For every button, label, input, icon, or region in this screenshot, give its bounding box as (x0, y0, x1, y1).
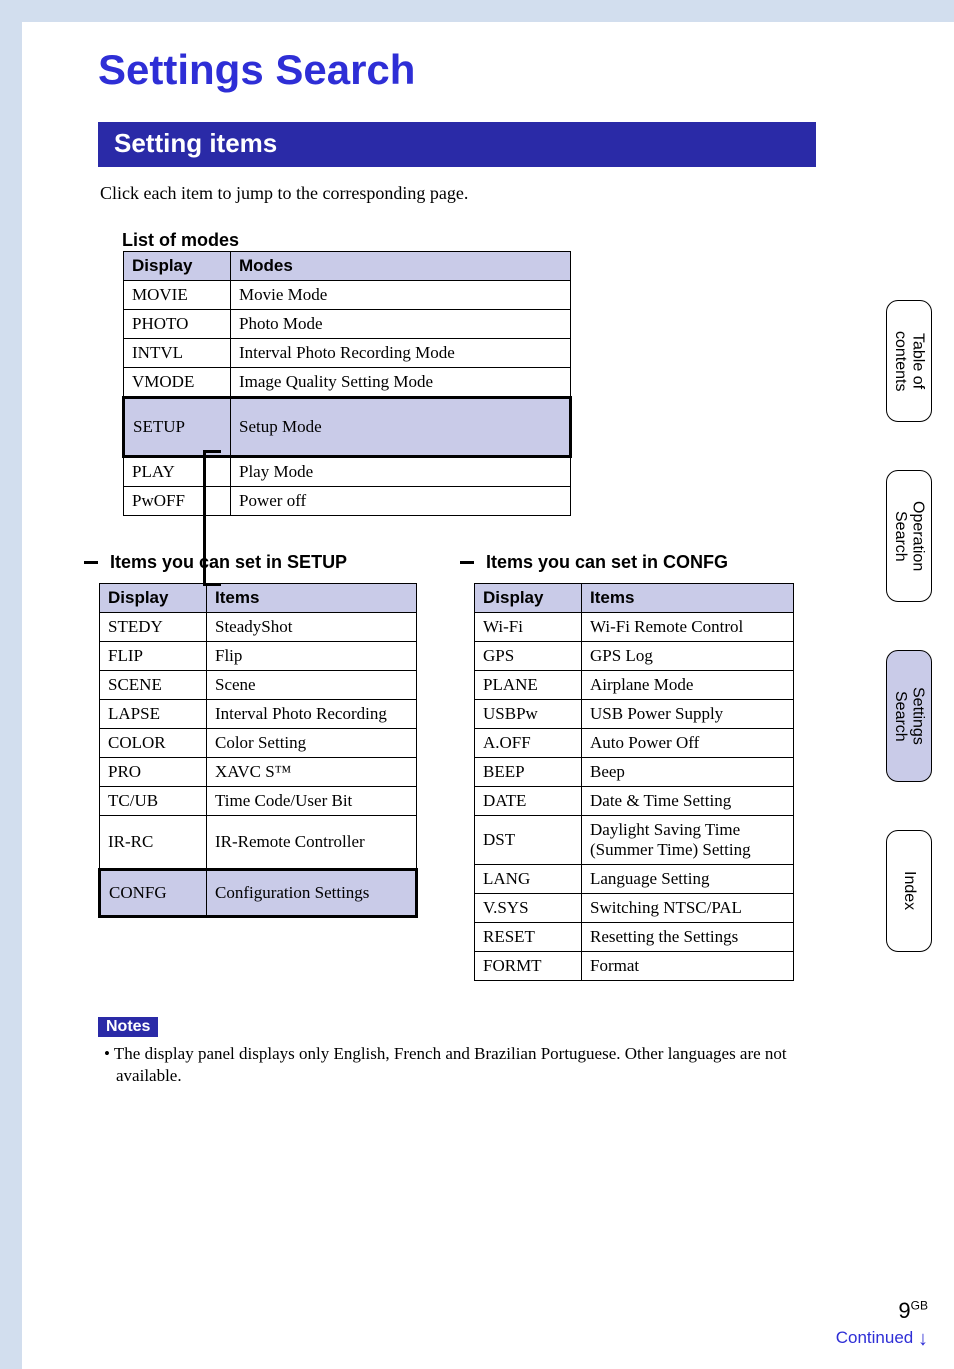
table-row[interactable]: PLAYPlay Mode (124, 457, 571, 487)
tab-operation-search[interactable]: Operation Search (886, 470, 932, 602)
table-row[interactable]: IR-RCIR-Remote Controller (100, 816, 417, 870)
table-row[interactable]: USBPwUSB Power Supply (475, 700, 794, 729)
modes-header-display: Display (124, 252, 231, 281)
table-row[interactable]: DSTDaylight Saving Time (Summer Time) Se… (475, 816, 794, 865)
confg-header-display: Display (475, 584, 582, 613)
tab-settings-search[interactable]: Settings Search (886, 650, 932, 782)
table-row[interactable]: VMODEImage Quality Setting Mode (124, 368, 571, 398)
tab-table-of-contents[interactable]: Table of contents (886, 300, 932, 422)
continued-indicator: Continued ↓ (836, 1328, 928, 1351)
table-row[interactable]: COLORColor Setting (100, 729, 417, 758)
confg-table: Display Items Wi-FiWi-Fi Remote Control … (474, 583, 794, 981)
table-row[interactable]: Wi-FiWi-Fi Remote Control (475, 613, 794, 642)
table-row-setup[interactable]: SETUPSetup Mode (124, 398, 571, 457)
table-row[interactable]: V.SYSSwitching NTSC/PAL (475, 894, 794, 923)
table-row[interactable]: DATEDate & Time Setting (475, 787, 794, 816)
table-row-confg[interactable]: CONFGConfiguration Settings (100, 870, 417, 917)
table-row[interactable]: PHOTOPhoto Mode (124, 310, 571, 339)
table-row[interactable]: PwOFFPower off (124, 487, 571, 516)
page-content: Settings Search Setting items Click each… (98, 46, 818, 1087)
down-arrow-icon: ↓ (918, 1328, 928, 1350)
table-row[interactable]: PROXAVC S™ (100, 758, 417, 787)
table-row[interactable]: BEEPBeep (475, 758, 794, 787)
setup-column: Items you can set in SETUP Display Items… (98, 552, 418, 981)
table-row[interactable]: LANGLanguage Setting (475, 865, 794, 894)
connector-line (203, 450, 206, 585)
table-row[interactable]: LAPSEInterval Photo Recording (100, 700, 417, 729)
table-row[interactable]: INTVLInterval Photo Recording Mode (124, 339, 571, 368)
side-tabs: Table of contents Operation Search Setti… (886, 300, 932, 952)
notes-block: Notes • The display panel displays only … (98, 1017, 818, 1087)
table-row[interactable]: A.OFFAuto Power Off (475, 729, 794, 758)
table-row[interactable]: FORMTFormat (475, 952, 794, 981)
page-number: 9GB (836, 1298, 928, 1324)
notes-label: Notes (98, 1017, 158, 1037)
table-row[interactable]: TC/UBTime Code/User Bit (100, 787, 417, 816)
table-row[interactable]: RESETResetting the Settings (475, 923, 794, 952)
intro-text: Click each item to jump to the correspon… (100, 183, 818, 204)
setup-caption: Items you can set in SETUP (110, 552, 418, 573)
setup-header-display: Display (100, 584, 207, 613)
table-row[interactable]: MOVIEMovie Mode (124, 281, 571, 310)
confg-header-items: Items (582, 584, 794, 613)
setup-header-items: Items (207, 584, 417, 613)
table-row[interactable]: GPSGPS Log (475, 642, 794, 671)
confg-caption: Items you can set in CONFG (486, 552, 794, 573)
sub-tables-row: Items you can set in SETUP Display Items… (98, 552, 818, 981)
modes-table: Display Modes MOVIEMovie Mode PHOTOPhoto… (122, 251, 572, 516)
connector-line (203, 583, 221, 586)
page-footer: 9GB Continued ↓ (836, 1298, 928, 1351)
setup-table: Display Items STEDYSteadyShot FLIPFlip S… (98, 583, 418, 918)
table-row[interactable]: STEDYSteadyShot (100, 613, 417, 642)
modes-header-modes: Modes (231, 252, 571, 281)
modes-block: List of modes Display Modes MOVIEMovie M… (122, 230, 818, 516)
table-row[interactable]: PLANEAirplane Mode (475, 671, 794, 700)
table-row[interactable]: FLIPFlip (100, 642, 417, 671)
notes-text: • The display panel displays only Englis… (98, 1043, 818, 1087)
table-row[interactable]: SCENEScene (100, 671, 417, 700)
page-title: Settings Search (98, 46, 818, 94)
tab-index[interactable]: Index (886, 830, 932, 952)
modes-caption: List of modes (122, 230, 818, 251)
confg-column: Items you can set in CONFG Display Items… (474, 552, 794, 981)
section-heading: Setting items (98, 122, 816, 167)
